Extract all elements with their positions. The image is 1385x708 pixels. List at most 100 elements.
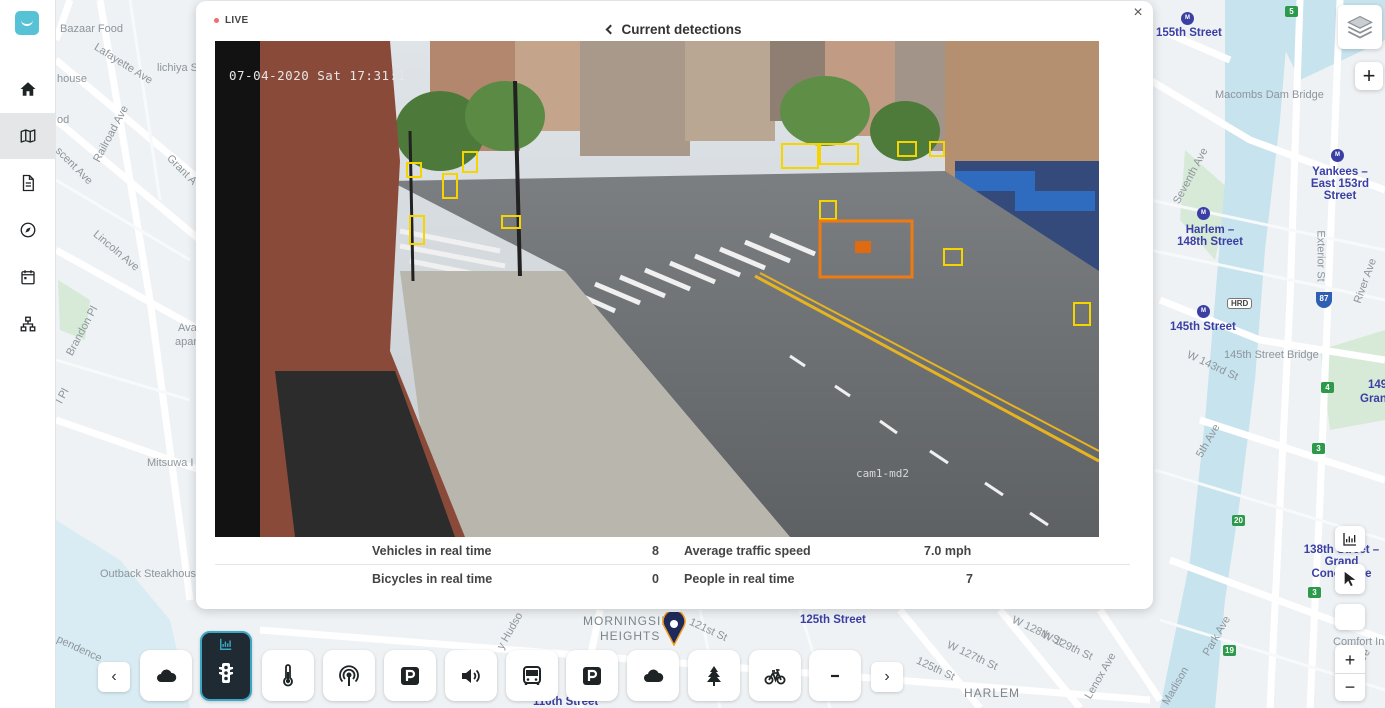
pointer-tool-button[interactable] [1335,564,1365,594]
nav-home[interactable] [0,66,56,112]
close-button[interactable]: × [1130,5,1146,21]
stat-value: 7 [966,572,973,586]
broadcast-icon [339,664,359,686]
stat-label: Bicycles in real time [372,572,493,586]
stat-value: 7.0 mph [924,544,972,558]
zoom-controls: + − [1335,645,1365,701]
zoom-in-top-button[interactable]: + [1355,62,1383,90]
blank-tool-button[interactable] [1335,604,1365,630]
layer-parking-2-button[interactable] [566,650,618,701]
map-label: HARLEM [964,686,1021,700]
map-label: 145th Street Bridge [1224,349,1319,361]
map-label: Outback Steakhouse [100,568,203,580]
stat-value: 0 [652,572,659,586]
camera-timestamp: 07-04-2020 Sat 17:31:1 [229,68,406,83]
popup-title-text: Current detections [621,22,742,37]
map-label: 145th Street [1170,321,1236,333]
stat-label: Vehicles in real time [372,544,492,558]
layer-transit-button[interactable] [506,650,558,701]
layer-traffic-button[interactable] [200,631,252,701]
layer-bikes-button[interactable] [749,650,801,701]
layers-icon [1347,15,1373,39]
bar-chart-icon [1343,533,1356,546]
route-shield: 3 [1312,443,1325,454]
map-label: Harlem – 148th Street [1177,224,1243,248]
map-label: 149 [1368,379,1385,391]
nav-explore[interactable] [0,207,56,253]
parking-icon [583,666,601,685]
interstate-shield: 87 [1316,292,1332,308]
cloud-icon [157,669,177,682]
stats-panel-button[interactable] [1335,526,1365,552]
bicycle-icon [764,668,786,684]
map-label: Gran [1360,393,1385,405]
nav-calendar[interactable] [0,254,56,300]
document-icon [22,174,34,192]
cursor-icon [1344,571,1356,587]
camera-location-pin-icon[interactable] [661,612,687,646]
route-shield: 4 [1321,382,1334,393]
minus-icon [831,674,839,677]
route-shield: 3 [1308,587,1321,598]
traffic-light-icon [219,663,233,683]
zoom-out-button[interactable]: − [1335,673,1365,699]
map-label: Mitsuwa I [147,457,194,469]
layers-button[interactable] [1338,5,1382,49]
stats-row: Bicycles in real time 0 People in real t… [215,564,1130,591]
route-shield: 5 [1285,6,1298,17]
stat-label: People in real time [684,572,795,586]
compass-icon [20,222,36,238]
map-label: Macombs Dam Bridge [1215,89,1324,101]
network-icon [20,316,36,332]
parking-icon [401,666,419,685]
layer-more-button[interactable] [809,650,861,701]
metro-icon: M [1331,149,1344,162]
map-label: Ava [178,322,197,334]
sidebar [0,0,56,708]
toolbar-next-button[interactable]: › [871,662,903,692]
map-label: Yankees – East 153rd Street [1310,166,1370,202]
layer-weather-button[interactable] [140,650,192,701]
map-label: Exterior St [1314,230,1327,282]
calendar-icon [21,270,35,285]
camera-feed: 07-04-2020 Sat 17:31:1 cam1-md2 [215,41,1099,537]
map-label: HEIGHTS [600,629,661,643]
layer-weather-2-button[interactable] [627,650,679,701]
layer-temperature-button[interactable] [262,650,314,701]
cloud-icon [644,669,664,682]
nav-network[interactable] [0,301,56,347]
layer-sensors-button[interactable] [323,650,375,701]
stat-label: Average traffic speed [684,544,811,558]
layer-trees-button[interactable] [688,650,740,701]
map-label: lichiya S [157,62,198,74]
toolbar-prev-button[interactable]: ‹ [98,662,130,692]
detections-popup: LIVE Current detections × 07-04-2020 Sat… [196,1,1153,609]
map-label: 155th Street [1156,27,1222,39]
map-icon [20,129,36,143]
home-icon [20,82,36,96]
map-label: od [57,114,70,126]
bar-chart-icon [220,638,232,650]
map-label: house [57,73,87,85]
map-label: Bazaar Food [60,23,123,35]
camera-id-label: cam1-md2 [856,467,909,480]
nav-map[interactable] [0,113,56,159]
layer-noise-button[interactable] [445,650,497,701]
zoom-in-button[interactable]: + [1345,647,1356,673]
metro-icon: M [1197,207,1210,220]
thermometer-icon [283,663,293,686]
stats-row: Vehicles in real time 8 Average traffic … [215,537,1130,564]
stat-value: 8 [652,544,659,558]
speaker-icon [462,668,480,683]
map-label: 125th Street [800,614,866,626]
popup-title[interactable]: Current detections [196,22,1153,37]
route-shield: 19 [1223,645,1236,656]
tree-icon [707,665,721,686]
metro-icon: M [1181,12,1194,25]
app-logo-icon[interactable] [15,11,39,35]
layer-parking-button[interactable] [384,650,436,701]
nav-reports[interactable] [0,160,56,206]
map-label: apar [175,336,198,348]
bus-icon [523,665,541,685]
chevron-left-icon[interactable] [606,24,616,35]
